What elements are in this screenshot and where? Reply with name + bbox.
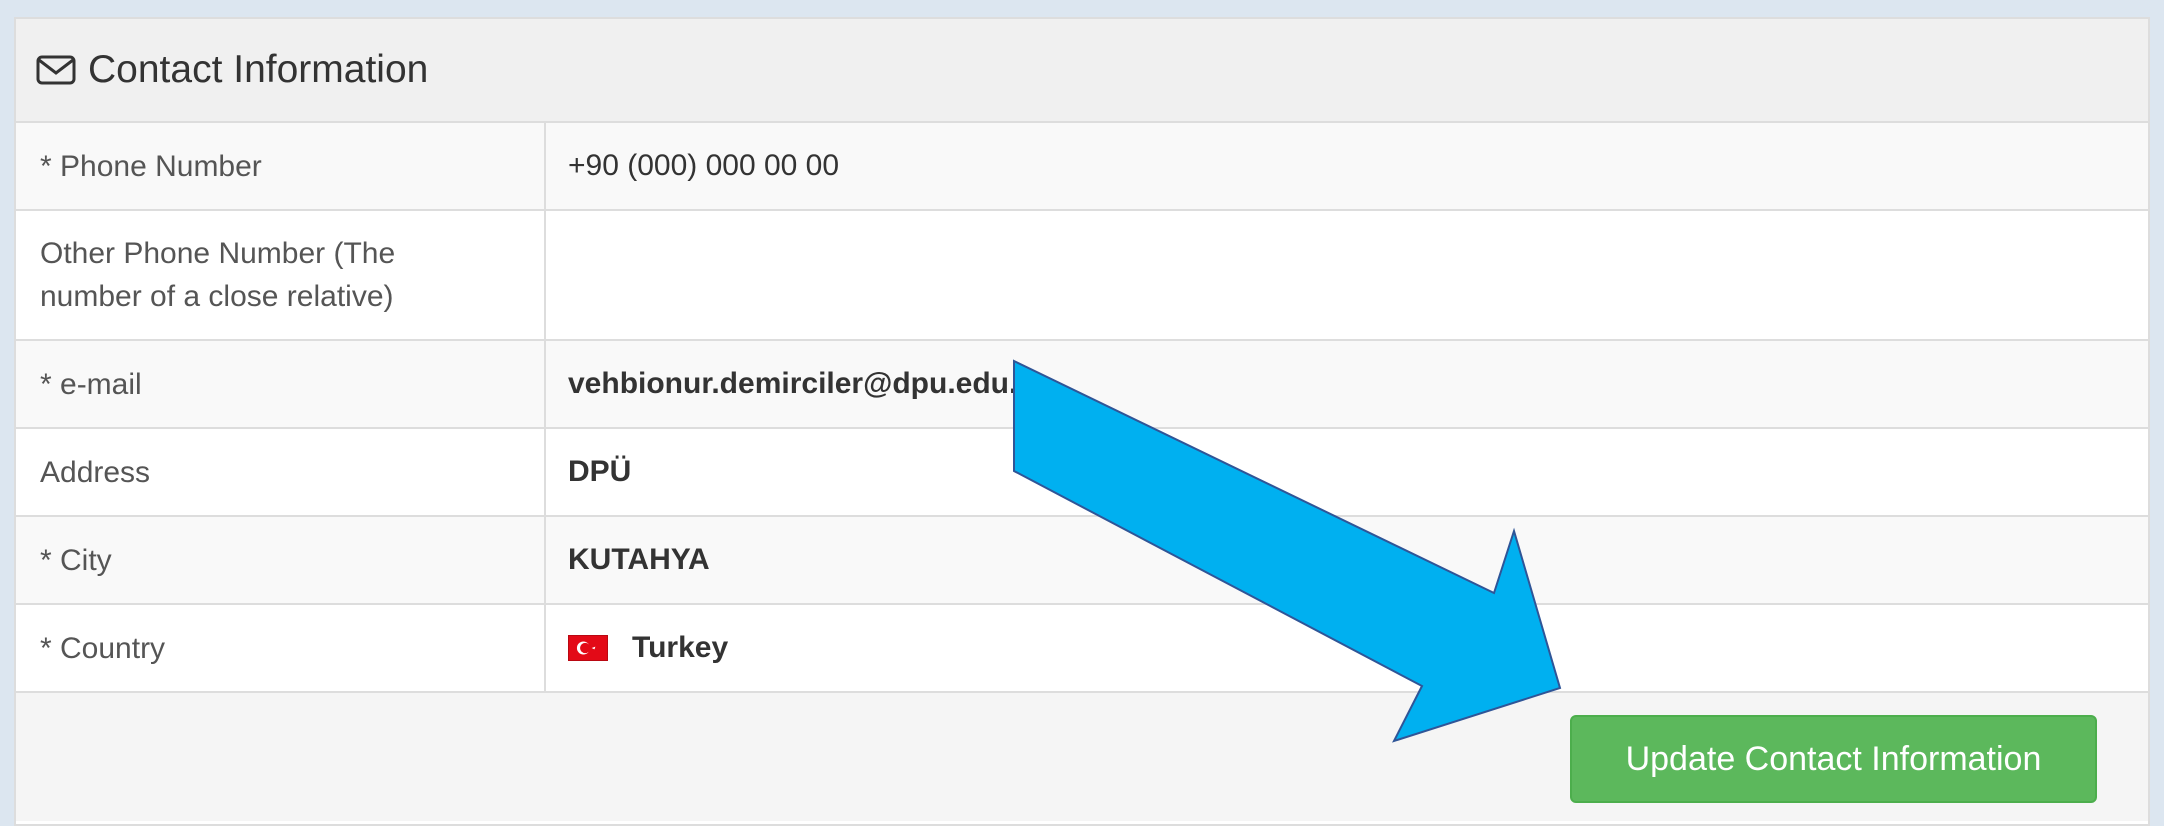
other-phone-number-label: Other Phone Number (The number of a clos…	[16, 211, 546, 339]
email-label: * e-mail	[16, 341, 546, 427]
country-value: Turkey	[632, 631, 729, 664]
other-phone-number-row: Other Phone Number (The number of a clos…	[16, 211, 2148, 341]
other-phone-number-value	[546, 211, 2148, 339]
country-row: * Country Turkey	[16, 605, 2148, 693]
panel-title: Contact Information	[88, 48, 429, 91]
phone-number-row: * Phone Number +90 (000) 000 00 00	[16, 123, 2148, 211]
city-value: KUTAHYA	[568, 543, 710, 576]
email-value: vehbionur.demirciler@dpu.edu.tr	[568, 367, 1039, 400]
city-label: * City	[16, 517, 546, 603]
phone-number-value: +90 (000) 000 00 00	[568, 149, 840, 182]
contact-information-panel: Contact Information * Phone Number +90 (…	[14, 17, 2150, 826]
panel-heading: Contact Information	[16, 19, 2148, 123]
update-contact-information-button[interactable]: Update Contact Information	[1570, 715, 2097, 803]
envelope-icon	[36, 55, 76, 85]
address-row: Address DPÜ	[16, 429, 2148, 517]
turkey-flag-icon	[568, 635, 608, 661]
email-row: * e-mail vehbionur.demirciler@dpu.edu.tr	[16, 341, 2148, 429]
panel-footer: Update Contact Information	[16, 693, 2148, 821]
phone-number-label: * Phone Number	[16, 123, 546, 209]
country-value-cell: Turkey	[546, 605, 2148, 691]
address-value: DPÜ	[568, 455, 632, 488]
address-label: Address	[16, 429, 546, 515]
city-row: * City KUTAHYA	[16, 517, 2148, 605]
country-label: * Country	[16, 605, 546, 691]
